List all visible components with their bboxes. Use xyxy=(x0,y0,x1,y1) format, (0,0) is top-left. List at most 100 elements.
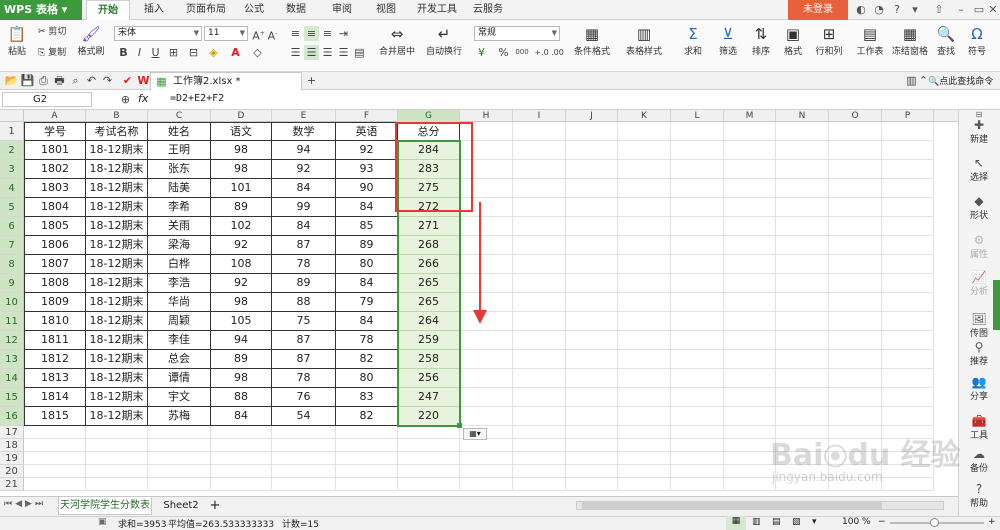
table-cell[interactable]: 1804 xyxy=(24,198,86,217)
empty-cell[interactable] xyxy=(724,478,776,491)
table-cell[interactable]: 周颖 xyxy=(148,312,211,331)
empty-cell[interactable] xyxy=(671,236,724,255)
empty-cell[interactable] xyxy=(776,255,829,274)
empty-cell[interactable] xyxy=(671,293,724,312)
increase-decimal-icon[interactable]: +.0 xyxy=(534,45,549,60)
undo-icon[interactable]: ↶ xyxy=(84,73,99,88)
row-header[interactable]: 16 xyxy=(0,407,24,426)
table-header-cell[interactable]: 姓名 xyxy=(148,122,211,141)
tab-developer[interactable]: 开发工具 xyxy=(410,0,464,20)
scrollbar-thumb[interactable] xyxy=(582,502,882,509)
table-header-cell[interactable]: 数学 xyxy=(272,122,336,141)
table-cell[interactable]: 78 xyxy=(336,331,398,350)
empty-cell[interactable] xyxy=(460,452,513,465)
table-cell[interactable]: 89 xyxy=(211,350,272,369)
column-header[interactable]: A xyxy=(24,110,86,122)
empty-cell[interactable] xyxy=(829,255,882,274)
empty-cell[interactable] xyxy=(211,465,272,478)
row-header[interactable]: 11 xyxy=(0,312,24,331)
row-header[interactable]: 18 xyxy=(0,439,24,452)
empty-cell[interactable] xyxy=(566,407,618,426)
row-header[interactable]: 10 xyxy=(0,293,24,312)
empty-cell[interactable] xyxy=(882,350,934,369)
empty-cell[interactable] xyxy=(882,388,934,407)
page-layout-icon[interactable]: ▥ xyxy=(752,517,761,527)
row-header[interactable]: 19 xyxy=(0,452,24,465)
sidebar-item-backup[interactable]: ☁ 备份 xyxy=(958,447,1000,474)
redo-icon[interactable]: ↷ xyxy=(100,73,115,88)
empty-cell[interactable] xyxy=(724,274,776,293)
column-header[interactable]: P xyxy=(882,110,934,122)
empty-cell[interactable] xyxy=(460,465,513,478)
empty-cell[interactable] xyxy=(513,331,566,350)
table-style-button[interactable]: ▥ 表格样式 xyxy=(618,24,670,57)
empty-cell[interactable] xyxy=(513,465,566,478)
empty-cell[interactable] xyxy=(272,465,336,478)
paste-options-icon[interactable]: ▦▾ xyxy=(463,428,487,440)
empty-cell[interactable] xyxy=(776,293,829,312)
empty-cell[interactable] xyxy=(24,426,86,439)
empty-cell[interactable] xyxy=(829,198,882,217)
symbol-button[interactable]: Ω 符号 xyxy=(962,24,992,57)
empty-cell[interactable] xyxy=(882,255,934,274)
empty-cell[interactable] xyxy=(671,350,724,369)
table-cell[interactable]: 宇文 xyxy=(148,388,211,407)
table-cell[interactable]: 93 xyxy=(336,160,398,179)
percent-button[interactable]: % xyxy=(496,45,511,60)
empty-cell[interactable] xyxy=(724,426,776,439)
table-cell[interactable]: 82 xyxy=(336,407,398,426)
empty-cell[interactable] xyxy=(882,293,934,312)
table-cell[interactable]: 88 xyxy=(272,293,336,312)
empty-cell[interactable] xyxy=(460,478,513,491)
table-cell[interactable]: 1801 xyxy=(24,141,86,160)
table-header-cell[interactable]: 学号 xyxy=(24,122,86,141)
conditional-format-button[interactable]: ▦ 条件格式 xyxy=(568,24,616,57)
empty-cell[interactable] xyxy=(829,312,882,331)
align-right-icon[interactable]: ☰ xyxy=(320,45,335,60)
table-cell[interactable]: 18-12期末 xyxy=(86,255,148,274)
empty-cell[interactable] xyxy=(211,439,272,452)
table-cell[interactable]: 1806 xyxy=(24,236,86,255)
empty-cell[interactable] xyxy=(513,198,566,217)
empty-cell[interactable] xyxy=(336,426,398,439)
empty-cell[interactable] xyxy=(671,179,724,198)
fill-handle[interactable] xyxy=(457,423,462,428)
empty-cell[interactable] xyxy=(671,331,724,350)
empty-cell[interactable] xyxy=(724,217,776,236)
font-size-select[interactable]: 11 ▼ xyxy=(204,26,248,41)
empty-cell[interactable] xyxy=(618,236,671,255)
empty-cell[interactable] xyxy=(618,331,671,350)
column-header[interactable]: F xyxy=(336,110,398,122)
table-cell[interactable]: 18-12期末 xyxy=(86,350,148,369)
empty-cell[interactable] xyxy=(618,439,671,452)
table-cell[interactable]: 18-12期末 xyxy=(86,369,148,388)
empty-cell[interactable] xyxy=(513,122,566,141)
empty-cell[interactable] xyxy=(618,274,671,293)
empty-cell[interactable] xyxy=(211,478,272,491)
row-header[interactable]: 4 xyxy=(0,179,24,198)
empty-cell[interactable] xyxy=(566,452,618,465)
empty-cell[interactable] xyxy=(829,274,882,293)
empty-cell[interactable] xyxy=(513,350,566,369)
table-cell[interactable]: 18-12期末 xyxy=(86,236,148,255)
table-cell[interactable]: 1814 xyxy=(24,388,86,407)
empty-cell[interactable] xyxy=(671,439,724,452)
empty-cell[interactable] xyxy=(618,293,671,312)
empty-cell[interactable] xyxy=(829,122,882,141)
empty-cell[interactable] xyxy=(724,198,776,217)
zoom-menu-icon[interactable]: ▾ xyxy=(812,517,817,527)
table-cell[interactable]: 1803 xyxy=(24,179,86,198)
empty-cell[interactable] xyxy=(618,179,671,198)
empty-cell[interactable] xyxy=(86,452,148,465)
empty-cell[interactable] xyxy=(618,312,671,331)
empty-cell[interactable] xyxy=(671,478,724,491)
empty-cell[interactable] xyxy=(829,179,882,198)
row-header[interactable]: 21 xyxy=(0,478,24,491)
tab-data[interactable]: 数据 xyxy=(276,0,316,20)
empty-cell[interactable] xyxy=(776,350,829,369)
table-header-cell[interactable]: 语文 xyxy=(211,122,272,141)
login-button[interactable]: 未登录 xyxy=(788,0,848,20)
empty-cell[interactable] xyxy=(566,465,618,478)
empty-cell[interactable] xyxy=(148,452,211,465)
table-cell[interactable]: 总会 xyxy=(148,350,211,369)
